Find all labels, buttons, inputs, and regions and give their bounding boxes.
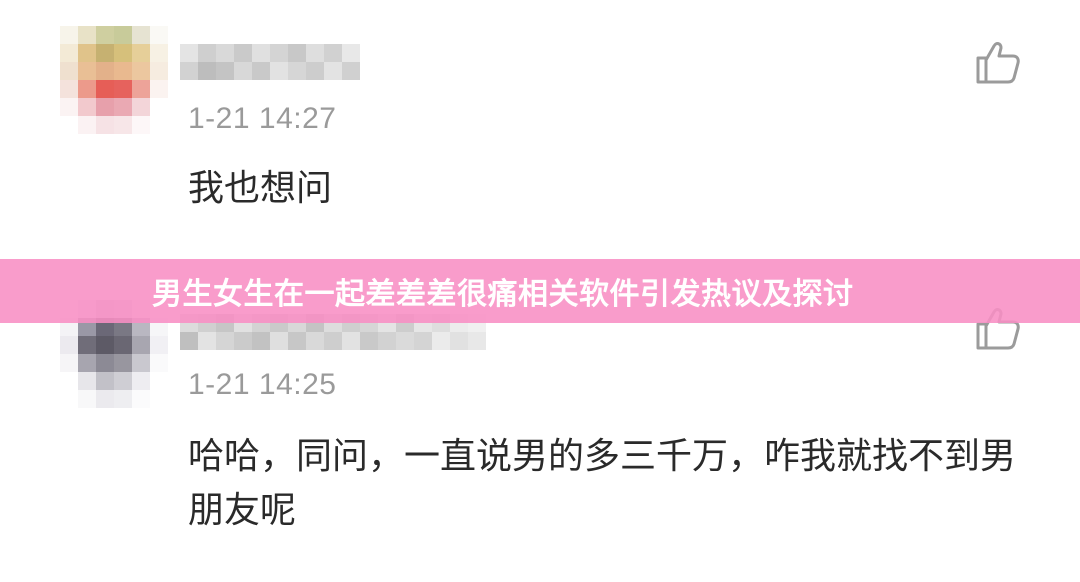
- comment-text: 我也想问: [188, 168, 333, 209]
- like-button[interactable]: [974, 38, 1022, 86]
- thumbs-up-icon: [976, 42, 1020, 84]
- comment-time: 1-21 14:27: [188, 102, 337, 135]
- avatar[interactable]: [60, 26, 168, 138]
- comment-list: 1-21 14:27 我也想问 1-21 14:25 哈哈，同问，一直说男的多三…: [0, 0, 1080, 582]
- banner-title: 男生女生在一起差差差很痛相关软件引发热议及探讨: [152, 277, 854, 312]
- comment-time: 1-21 14:25: [188, 368, 337, 401]
- title-banner: 男生女生在一起差差差很痛相关软件引发热议及探讨: [0, 259, 1080, 323]
- username-redacted[interactable]: [180, 44, 360, 80]
- comment-item: 1-21 14:25 哈哈，同问，一直说男的多三千万，咋我就找不到男朋友呢: [0, 280, 1080, 582]
- comment-item: 1-21 14:27 我也想问: [0, 0, 1080, 260]
- comment-text: 哈哈，同问，一直说男的多三千万，咋我就找不到男朋友呢: [188, 436, 1017, 531]
